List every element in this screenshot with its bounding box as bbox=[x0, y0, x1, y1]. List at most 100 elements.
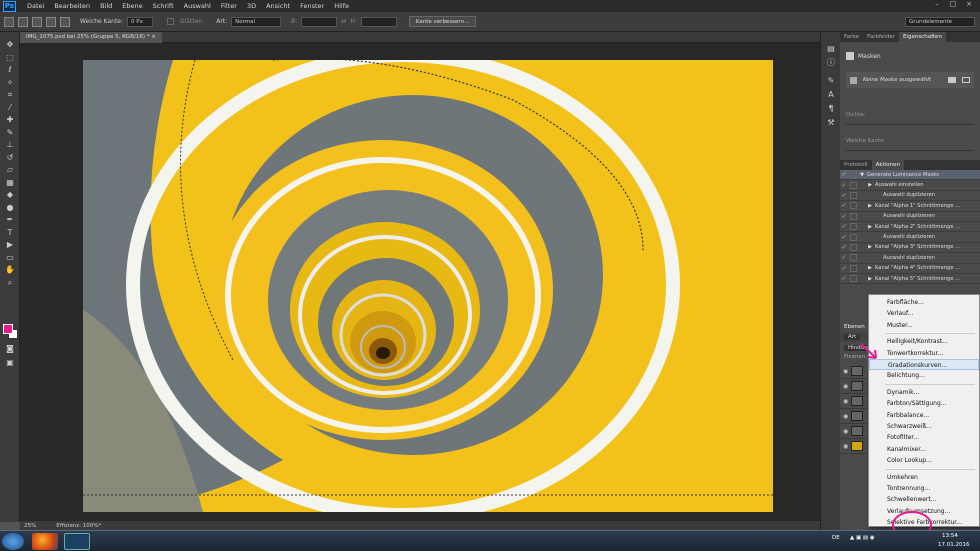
action-row[interactable]: ✓ Auswahl duplizieren bbox=[840, 212, 980, 222]
dialog-toggle[interactable] bbox=[850, 243, 857, 251]
context-menu-item[interactable]: Dynamik... bbox=[869, 387, 979, 398]
menu-item[interactable]: Bearbeiten bbox=[49, 0, 95, 12]
context-menu-item[interactable]: Farbbalance... bbox=[869, 410, 979, 421]
menu-item[interactable]: Hilfe bbox=[329, 0, 354, 12]
action-check-icon[interactable]: ✓ bbox=[840, 223, 848, 230]
feather-input[interactable]: 0 Px bbox=[127, 16, 154, 27]
dialog-toggle[interactable] bbox=[850, 275, 857, 283]
expand-icon[interactable]: ▶ bbox=[859, 276, 875, 282]
action-check-icon[interactable]: ✓ bbox=[840, 275, 848, 282]
intersect-selection-icon[interactable] bbox=[60, 16, 70, 27]
close-icon[interactable]: × bbox=[962, 0, 976, 8]
menu-item[interactable]: Ebene bbox=[117, 0, 147, 12]
context-menu-item[interactable]: Verlauf... bbox=[869, 308, 979, 319]
vector-mask-icon[interactable] bbox=[962, 77, 970, 83]
lasso-tool-icon[interactable]: ℓ bbox=[5, 65, 15, 75]
height-input[interactable] bbox=[360, 16, 397, 27]
canvas-area[interactable] bbox=[20, 43, 820, 521]
info-icon[interactable]: ⓘ bbox=[826, 58, 836, 68]
quick-mask-icon[interactable]: ◙ bbox=[5, 344, 15, 354]
new-selection-icon[interactable] bbox=[18, 16, 28, 27]
photoshop-taskbar-icon[interactable] bbox=[64, 533, 90, 550]
expand-icon[interactable]: ▶ bbox=[859, 203, 875, 209]
brush-preset-icon[interactable]: ✎ bbox=[826, 76, 836, 86]
document-tab[interactable]: IMG_1075.psd bei 25% (Gruppe 5, RGB/16) … bbox=[20, 32, 162, 43]
tool-preset-icon[interactable]: ⚒ bbox=[826, 118, 836, 128]
dialog-toggle[interactable] bbox=[850, 171, 857, 179]
dialog-toggle[interactable] bbox=[850, 254, 857, 262]
healing-brush-icon[interactable]: ✚ bbox=[5, 115, 15, 125]
dialog-toggle[interactable] bbox=[850, 264, 857, 272]
blur-tool-icon[interactable]: ◆ bbox=[5, 190, 15, 200]
quick-select-icon[interactable]: ✧ bbox=[5, 78, 15, 88]
visibility-eye-icon[interactable]: ◉ bbox=[843, 368, 848, 375]
tab-farbe[interactable]: Farbe bbox=[840, 32, 863, 42]
swap-icon[interactable]: ⇄ bbox=[341, 18, 346, 25]
dialog-toggle[interactable] bbox=[850, 191, 857, 199]
action-row[interactable]: ✓ Auswahl duplizieren bbox=[840, 232, 980, 243]
menu-item[interactable]: Auswahl bbox=[179, 0, 216, 12]
shape-tool-icon[interactable]: ▭ bbox=[5, 253, 15, 263]
zoom-tool-icon[interactable]: ⌕ bbox=[5, 278, 15, 288]
brush-tool-icon[interactable]: ✎ bbox=[5, 128, 15, 138]
tab-layers[interactable]: Ebenen bbox=[840, 322, 869, 333]
action-row[interactable]: ✓ Auswahl duplizieren bbox=[840, 253, 980, 264]
refine-edge-button[interactable]: Kante verbessern... bbox=[408, 16, 477, 27]
menu-item[interactable]: Ansicht bbox=[261, 0, 295, 12]
context-menu-item[interactable]: Umkehren bbox=[869, 472, 979, 483]
context-menu-item[interactable]: Fotofilter... bbox=[869, 432, 979, 443]
context-menu-item[interactable]: Helligkeit/Kontrast... bbox=[869, 336, 979, 347]
pixel-mask-icon[interactable] bbox=[948, 77, 956, 83]
marquee-tool-icon[interactable] bbox=[4, 16, 14, 27]
action-check-icon[interactable]: ✓ bbox=[840, 254, 848, 261]
type-tool-icon[interactable]: T bbox=[5, 228, 15, 238]
action-row[interactable]: ✓ ▶ Kanal "Alpha 1" Schnittmenge ... bbox=[840, 201, 980, 212]
visibility-eye-icon[interactable]: ◉ bbox=[843, 383, 848, 390]
paragraph-icon[interactable]: ¶ bbox=[826, 104, 836, 114]
dialog-toggle[interactable] bbox=[850, 202, 857, 210]
path-select-icon[interactable]: ▶ bbox=[5, 240, 15, 250]
gradient-tool-icon[interactable]: ▦ bbox=[5, 178, 15, 188]
visibility-eye-icon[interactable]: ◉ bbox=[843, 443, 848, 450]
dialog-toggle[interactable] bbox=[850, 233, 857, 241]
expand-icon[interactable]: ▶ bbox=[859, 265, 875, 271]
visibility-eye-icon[interactable]: ◉ bbox=[843, 413, 848, 420]
context-menu-item[interactable]: Color Lookup... bbox=[869, 455, 979, 466]
context-menu-item[interactable]: Tontrennung... bbox=[869, 483, 979, 494]
tray-icons[interactable]: ▲ ▣ ▤ ◉ bbox=[850, 535, 875, 541]
expand-icon[interactable]: ▼ bbox=[859, 172, 867, 178]
dialog-toggle[interactable] bbox=[850, 212, 857, 220]
close-tab-icon[interactable]: × bbox=[151, 34, 156, 40]
menu-item[interactable]: Bild bbox=[95, 0, 117, 12]
move-tool-icon[interactable]: ✥ bbox=[5, 40, 15, 50]
firefox-icon[interactable] bbox=[32, 533, 58, 550]
menu-item[interactable]: 3D bbox=[242, 0, 261, 12]
action-check-icon[interactable]: ✓ bbox=[840, 182, 848, 189]
density-slider[interactable] bbox=[846, 124, 974, 125]
action-row[interactable]: ✓ ▶ Kanal "Alpha 4" Schnittmenge ... bbox=[840, 264, 980, 274]
tab-eigenschaften[interactable]: Eigenschaften bbox=[898, 32, 946, 42]
action-row[interactable]: ✓ Auswahl duplizieren bbox=[840, 191, 980, 202]
clock-time[interactable]: 13:54 bbox=[942, 533, 958, 539]
action-check-icon[interactable]: ✓ bbox=[840, 171, 848, 178]
action-check-icon[interactable]: ✓ bbox=[840, 244, 848, 251]
action-row[interactable]: ✓ ▶ Auswahl einstellen bbox=[840, 180, 980, 191]
tab-aktionen[interactable]: Aktionen bbox=[871, 160, 905, 170]
efficiency-info[interactable]: Effizienz: 100%* bbox=[56, 523, 101, 529]
dodge-tool-icon[interactable]: ● bbox=[5, 203, 15, 213]
clock-date[interactable]: 17.01.2016 bbox=[938, 542, 970, 548]
maximize-icon[interactable]: □ bbox=[946, 0, 960, 8]
action-check-icon[interactable]: ✓ bbox=[840, 213, 848, 220]
history-icon[interactable]: ▤ bbox=[826, 44, 836, 54]
menu-item[interactable]: Filter bbox=[216, 0, 242, 12]
context-menu-item[interactable]: Gradationskurven... bbox=[869, 359, 979, 370]
context-menu-item[interactable]: Kanalmixer... bbox=[869, 444, 979, 455]
action-row[interactable]: ✓ ▼ Generate Luminance Masks bbox=[840, 170, 980, 181]
screen-mode-icon[interactable]: ▣ bbox=[5, 358, 15, 368]
history-brush-icon[interactable]: ↺ bbox=[5, 153, 15, 163]
minimize-icon[interactable]: – bbox=[930, 0, 944, 8]
expand-icon[interactable]: ▶ bbox=[859, 244, 875, 250]
marquee-tool-icon[interactable]: ⬚ bbox=[5, 53, 15, 63]
start-button[interactable] bbox=[2, 533, 24, 550]
dialog-toggle[interactable] bbox=[850, 223, 857, 231]
